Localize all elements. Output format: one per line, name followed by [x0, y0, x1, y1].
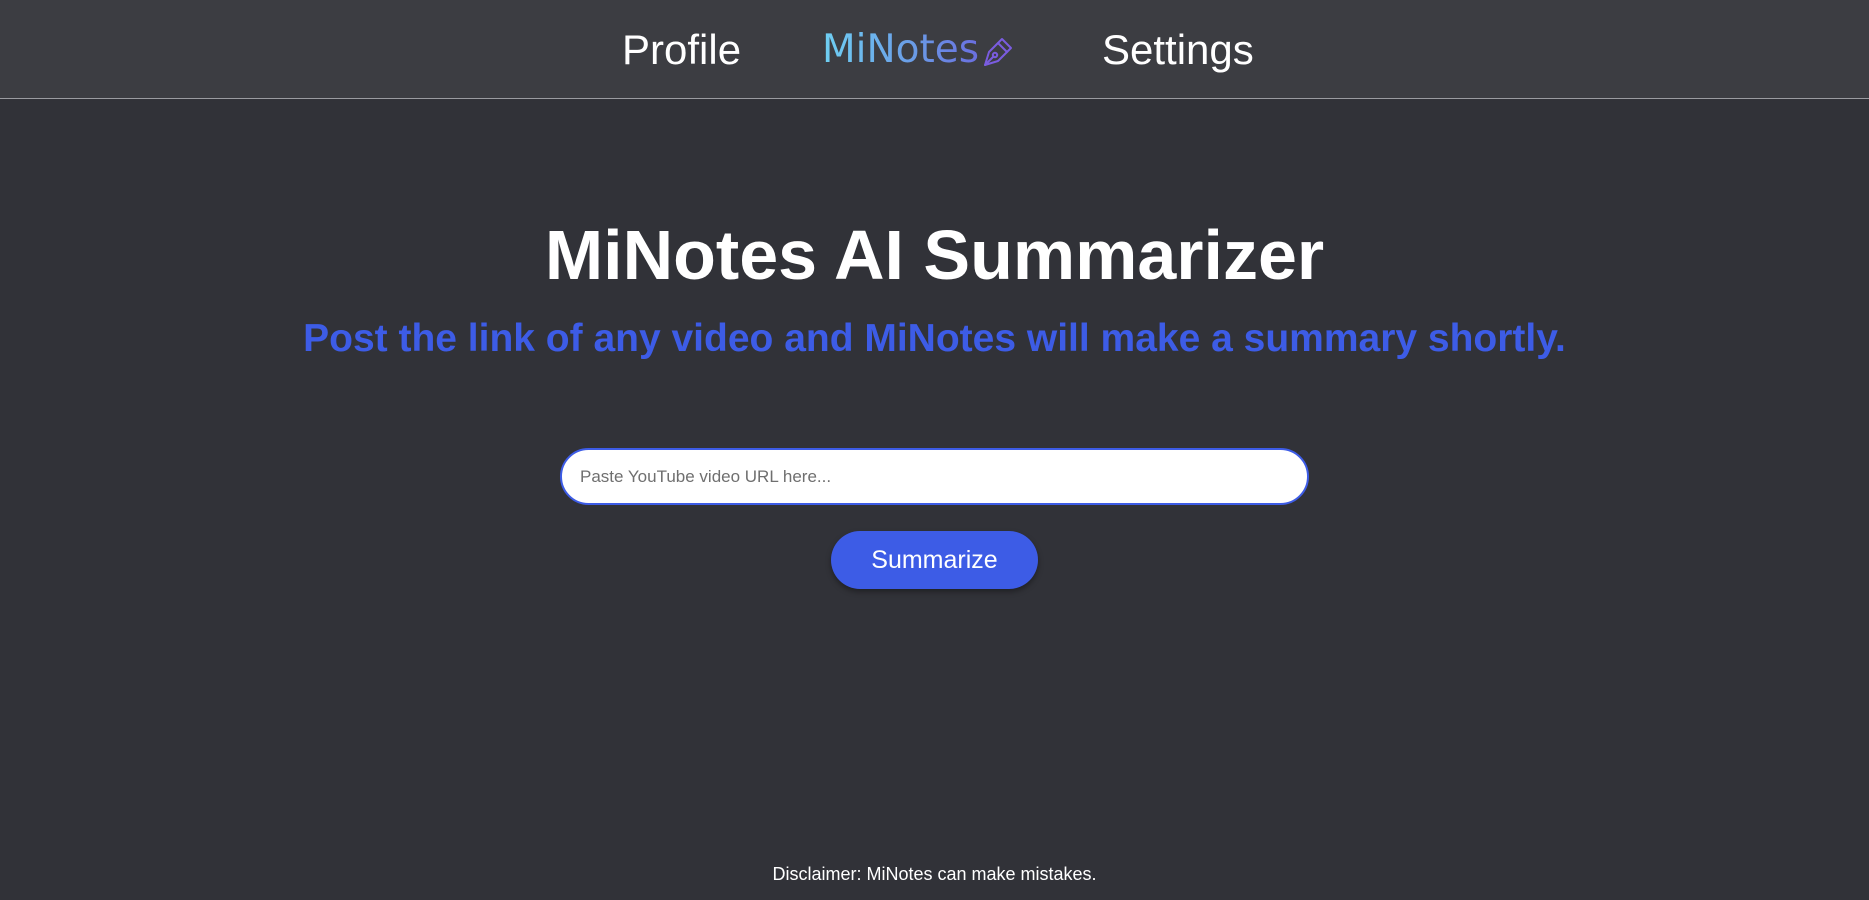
nav-brand-link[interactable]: MiNotes: [822, 24, 1015, 76]
summarize-button[interactable]: Summarize: [831, 531, 1038, 589]
top-navbar: Profile MiNotes Settings: [0, 0, 1869, 99]
page-subtitle: Post the link of any video and MiNotes w…: [303, 317, 1566, 360]
brand-name: MiNotes: [822, 24, 979, 76]
pen-nib-icon: [981, 35, 1015, 69]
disclaimer-text: Disclaimer: MiNotes can make mistakes.: [772, 864, 1097, 884]
nav-profile-link[interactable]: Profile: [622, 24, 741, 76]
nav-settings-link[interactable]: Settings: [1102, 24, 1254, 76]
page-title: MiNotes AI Summarizer: [544, 216, 1325, 294]
video-url-input[interactable]: [560, 448, 1309, 505]
